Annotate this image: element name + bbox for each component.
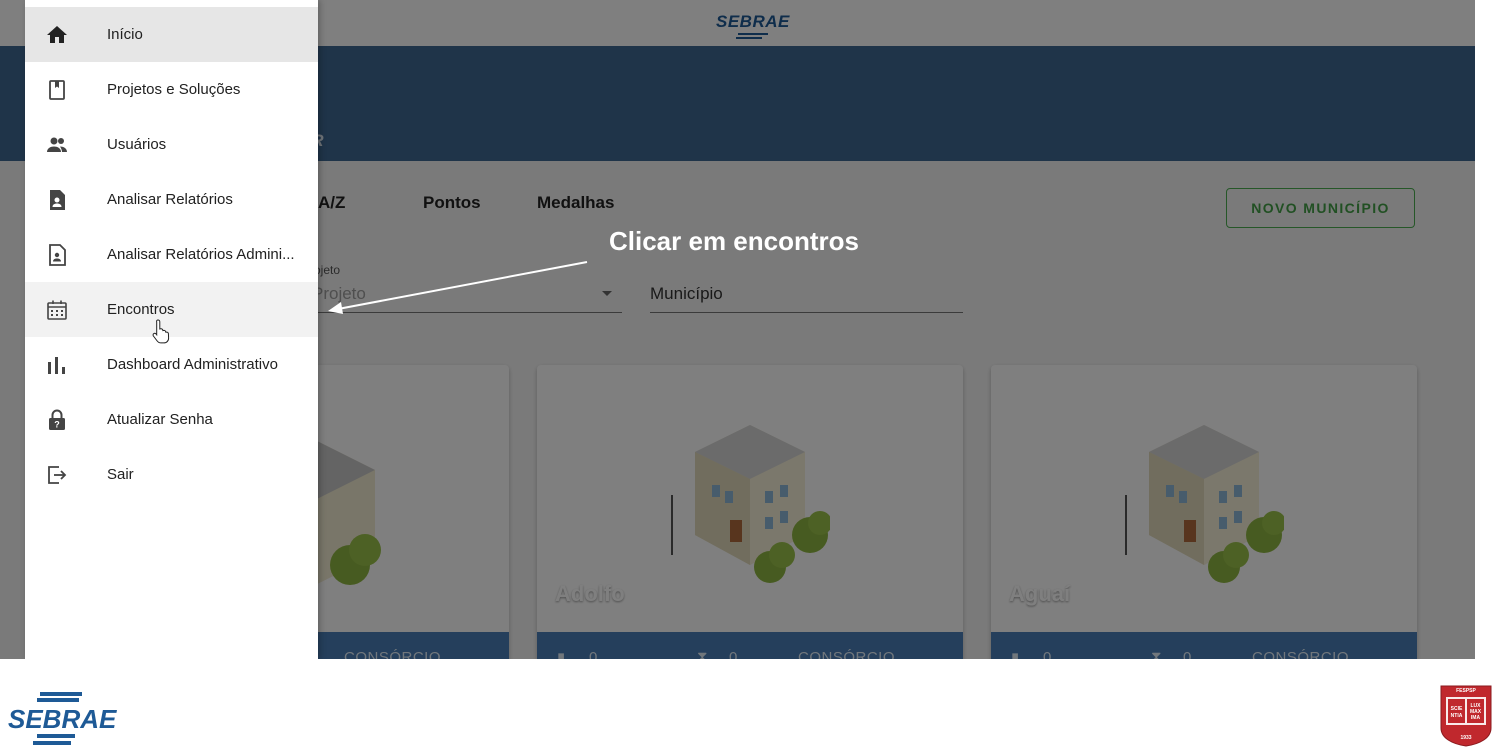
document-person-outline-icon <box>49 244 66 266</box>
menu-item-inicio[interactable]: Início <box>25 7 318 62</box>
menu-item-label: Dashboard Administrativo <box>107 356 278 373</box>
menu-item-label: Analisar Relatórios <box>107 191 233 208</box>
menu-item-atualizar-senha[interactable]: ? Atualizar Senha <box>25 392 318 447</box>
book-icon <box>49 80 65 100</box>
lock-question-icon: ? <box>49 409 65 430</box>
menu-item-encontros[interactable]: Encontros <box>25 282 318 344</box>
logout-icon <box>48 466 67 484</box>
annotation-text: Clicar em encontros <box>609 226 859 256</box>
menu-item-label: Usuários <box>107 136 167 153</box>
logo-stripe <box>37 698 79 702</box>
home-icon <box>47 26 67 43</box>
fespsp-seal-logo: FESPSP SCIE NTIA LUX MAX IMA 1933 <box>1440 685 1492 747</box>
app-window: SEBRAE OR A/Z Pontos Medalhas NOVO MUNIC… <box>0 0 1475 659</box>
svg-text:?: ? <box>54 420 60 430</box>
svg-text:IMA: IMA <box>1471 715 1481 721</box>
svg-text:NTIA: NTIA <box>1451 713 1463 719</box>
logo-stripe <box>37 734 75 738</box>
menu-item-label: Encontros <box>107 301 175 318</box>
navigation-drawer: Início Projetos e Soluções Usuários Anal… <box>25 0 318 659</box>
sebrae-logo-footer: SEBRAE <box>8 690 116 748</box>
menu-item-label: Início <box>107 26 143 43</box>
bar-chart-icon <box>48 357 65 374</box>
logo-stripe <box>33 741 71 745</box>
svg-text:1933: 1933 <box>1460 735 1471 741</box>
menu-item-label: Atualizar Senha <box>107 411 213 428</box>
menu-item-sair[interactable]: Sair <box>25 447 318 502</box>
menu-item-label: Projetos e Soluções <box>107 81 241 98</box>
menu-item-projetos[interactable]: Projetos e Soluções <box>25 62 318 117</box>
menu-item-analisar-relatorios-admin[interactable]: Analisar Relatórios Admini... <box>25 227 318 282</box>
svg-text:FESPSP: FESPSP <box>1456 688 1476 694</box>
menu-item-dashboard[interactable]: Dashboard Administrativo <box>25 337 318 392</box>
calendar-icon <box>47 300 67 320</box>
logo-stripe <box>40 692 82 696</box>
menu-item-usuarios[interactable]: Usuários <box>25 117 318 172</box>
people-icon <box>47 137 67 152</box>
menu-item-label: Sair <box>107 466 134 483</box>
document-person-icon <box>50 190 65 210</box>
logo-text: SEBRAE <box>8 704 117 734</box>
menu-item-analisar-relatorios[interactable]: Analisar Relatórios <box>25 172 318 227</box>
svg-text:SCIE: SCIE <box>1451 706 1463 712</box>
menu-item-label: Analisar Relatórios Admini... <box>107 246 295 263</box>
